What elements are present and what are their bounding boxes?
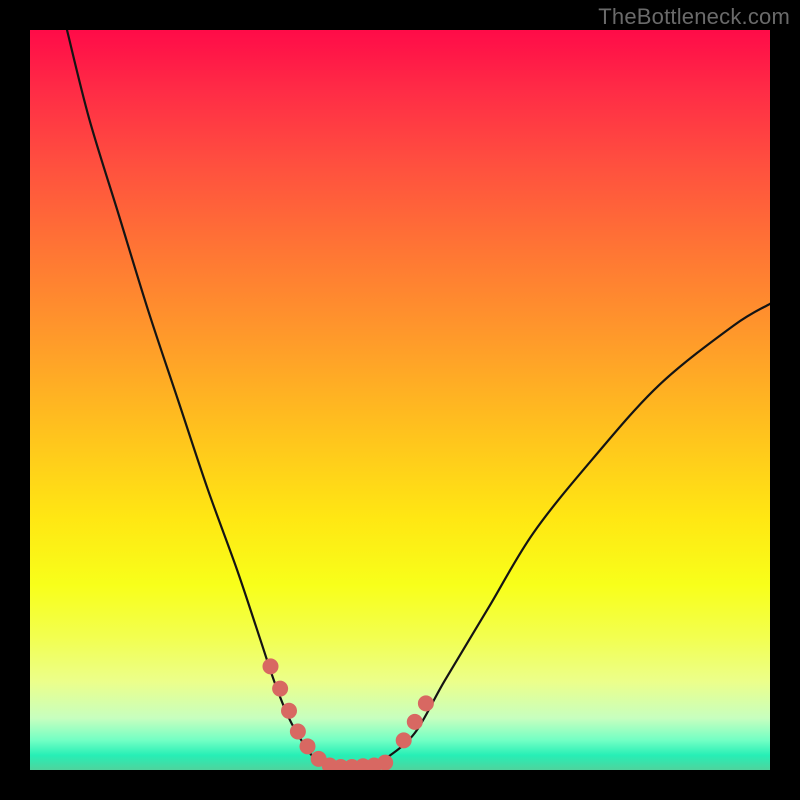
gradient-bg: [30, 30, 770, 770]
plot-area: [30, 30, 770, 770]
chart-frame: TheBottleneck.com: [0, 0, 800, 800]
attribution-text: TheBottleneck.com: [598, 4, 790, 30]
